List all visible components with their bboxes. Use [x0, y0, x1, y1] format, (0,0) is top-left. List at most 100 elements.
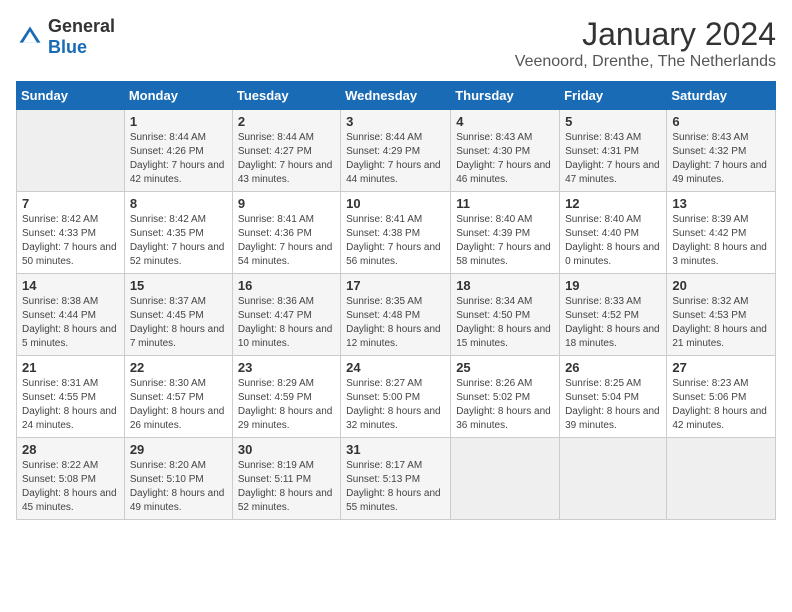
- day-info: Sunrise: 8:41 AMSunset: 4:36 PMDaylight:…: [238, 213, 335, 269]
- day-info: Sunrise: 8:44 AMSunset: 4:29 PMDaylight:…: [346, 131, 445, 187]
- calendar-week-2: 7 Sunrise: 8:42 AMSunset: 4:33 PMDaylight…: [17, 192, 776, 274]
- day-number: 17: [346, 278, 445, 293]
- weekday-header-saturday: Saturday: [667, 82, 776, 110]
- day-info: Sunrise: 8:36 AMSunset: 4:47 PMDaylight:…: [238, 295, 335, 351]
- calendar-cell: 31 Sunrise: 8:17 AMSunset: 5:13 PMDayligh…: [341, 438, 451, 520]
- weekday-header-wednesday: Wednesday: [341, 82, 451, 110]
- day-number: 9: [238, 196, 335, 211]
- day-info: Sunrise: 8:44 AMSunset: 4:26 PMDaylight:…: [130, 131, 227, 187]
- calendar-cell: 15 Sunrise: 8:37 AMSunset: 4:45 PMDayligh…: [124, 274, 232, 356]
- weekday-header-friday: Friday: [560, 82, 667, 110]
- day-number: 20: [672, 278, 770, 293]
- calendar-cell: 16 Sunrise: 8:36 AMSunset: 4:47 PMDayligh…: [232, 274, 340, 356]
- day-info: Sunrise: 8:37 AMSunset: 4:45 PMDaylight:…: [130, 295, 227, 351]
- calendar-cell: [17, 110, 125, 192]
- day-number: 18: [456, 278, 554, 293]
- day-number: 27: [672, 360, 770, 375]
- day-number: 2: [238, 114, 335, 129]
- calendar-cell: [667, 438, 776, 520]
- calendar-cell: [560, 438, 667, 520]
- day-info: Sunrise: 8:39 AMSunset: 4:42 PMDaylight:…: [672, 213, 770, 269]
- weekday-header-row: SundayMondayTuesdayWednesdayThursdayFrid…: [17, 82, 776, 110]
- day-info: Sunrise: 8:26 AMSunset: 5:02 PMDaylight:…: [456, 377, 554, 433]
- day-number: 21: [22, 360, 119, 375]
- calendar-cell: 30 Sunrise: 8:19 AMSunset: 5:11 PMDayligh…: [232, 438, 340, 520]
- day-number: 5: [565, 114, 661, 129]
- day-info: Sunrise: 8:42 AMSunset: 4:33 PMDaylight:…: [22, 213, 119, 269]
- calendar-cell: 13 Sunrise: 8:39 AMSunset: 4:42 PMDayligh…: [667, 192, 776, 274]
- day-number: 1: [130, 114, 227, 129]
- calendar-cell: 17 Sunrise: 8:35 AMSunset: 4:48 PMDayligh…: [341, 274, 451, 356]
- calendar-cell: 24 Sunrise: 8:27 AMSunset: 5:00 PMDayligh…: [341, 356, 451, 438]
- day-number: 8: [130, 196, 227, 211]
- calendar-week-3: 14 Sunrise: 8:38 AMSunset: 4:44 PMDayligh…: [17, 274, 776, 356]
- day-number: 10: [346, 196, 445, 211]
- calendar-cell: 7 Sunrise: 8:42 AMSunset: 4:33 PMDaylight…: [17, 192, 125, 274]
- calendar-cell: 28Sunrise: 8:22 AMSunset: 5:08 PMDayligh…: [17, 438, 125, 520]
- day-info: Sunrise: 8:22 AMSunset: 5:08 PMDaylight:…: [22, 459, 119, 515]
- weekday-header-monday: Monday: [124, 82, 232, 110]
- calendar-cell: 8 Sunrise: 8:42 AMSunset: 4:35 PMDaylight…: [124, 192, 232, 274]
- day-info: Sunrise: 8:33 AMSunset: 4:52 PMDaylight:…: [565, 295, 661, 351]
- day-number: 30: [238, 442, 335, 457]
- day-info: Sunrise: 8:25 AMSunset: 5:04 PMDaylight:…: [565, 377, 661, 433]
- day-info: Sunrise: 8:27 AMSunset: 5:00 PMDaylight:…: [346, 377, 445, 433]
- calendar-cell: 10 Sunrise: 8:41 AMSunset: 4:38 PMDayligh…: [341, 192, 451, 274]
- calendar-subtitle: Veenoord, Drenthe, The Netherlands: [515, 53, 776, 71]
- day-info: Sunrise: 8:23 AMSunset: 5:06 PMDaylight:…: [672, 377, 770, 433]
- day-info: Sunrise: 8:40 AMSunset: 4:40 PMDaylight:…: [565, 213, 661, 269]
- calendar-cell: 29Sunrise: 8:20 AMSunset: 5:10 PMDayligh…: [124, 438, 232, 520]
- day-number: 7: [22, 196, 119, 211]
- weekday-header-sunday: Sunday: [17, 82, 125, 110]
- calendar-cell: 1 Sunrise: 8:44 AMSunset: 4:26 PMDaylight…: [124, 110, 232, 192]
- day-info: Sunrise: 8:43 AMSunset: 4:31 PMDaylight:…: [565, 131, 661, 187]
- day-number: 3: [346, 114, 445, 129]
- calendar-cell: 22Sunrise: 8:30 AMSunset: 4:57 PMDayligh…: [124, 356, 232, 438]
- day-number: 31: [346, 442, 445, 457]
- calendar-week-1: 1 Sunrise: 8:44 AMSunset: 4:26 PMDaylight…: [17, 110, 776, 192]
- day-number: 16: [238, 278, 335, 293]
- calendar-cell: 27 Sunrise: 8:23 AMSunset: 5:06 PMDayligh…: [667, 356, 776, 438]
- day-number: 12: [565, 196, 661, 211]
- day-info: Sunrise: 8:31 AMSunset: 4:55 PMDaylight:…: [22, 377, 119, 433]
- day-number: 11: [456, 196, 554, 211]
- calendar-cell: 12 Sunrise: 8:40 AMSunset: 4:40 PMDayligh…: [560, 192, 667, 274]
- calendar-cell: 26 Sunrise: 8:25 AMSunset: 5:04 PMDayligh…: [560, 356, 667, 438]
- day-info: Sunrise: 8:17 AMSunset: 5:13 PMDaylight:…: [346, 459, 445, 515]
- day-info: Sunrise: 8:41 AMSunset: 4:38 PMDaylight:…: [346, 213, 445, 269]
- calendar-cell: 19Sunrise: 8:33 AMSunset: 4:52 PMDayligh…: [560, 274, 667, 356]
- day-number: 15: [130, 278, 227, 293]
- day-info: Sunrise: 8:20 AMSunset: 5:10 PMDaylight:…: [130, 459, 227, 515]
- day-info: Sunrise: 8:19 AMSunset: 5:11 PMDaylight:…: [238, 459, 335, 515]
- calendar-cell: [451, 438, 560, 520]
- day-number: 24: [346, 360, 445, 375]
- day-info: Sunrise: 8:29 AMSunset: 4:59 PMDaylight:…: [238, 377, 335, 433]
- calendar-cell: 25Sunrise: 8:26 AMSunset: 5:02 PMDayligh…: [451, 356, 560, 438]
- day-number: 26: [565, 360, 661, 375]
- day-info: Sunrise: 8:38 AMSunset: 4:44 PMDaylight:…: [22, 295, 119, 351]
- title-area: January 2024 Veenoord, Drenthe, The Neth…: [515, 16, 776, 71]
- calendar-cell: 20Sunrise: 8:32 AMSunset: 4:53 PMDayligh…: [667, 274, 776, 356]
- calendar-week-5: 28Sunrise: 8:22 AMSunset: 5:08 PMDayligh…: [17, 438, 776, 520]
- day-number: 23: [238, 360, 335, 375]
- header: General Blue January 2024 Veenoord, Dren…: [16, 16, 776, 71]
- logo-icon: [16, 23, 44, 51]
- day-info: Sunrise: 8:43 AMSunset: 4:30 PMDaylight:…: [456, 131, 554, 187]
- calendar-cell: 18Sunrise: 8:34 AMSunset: 4:50 PMDayligh…: [451, 274, 560, 356]
- day-info: Sunrise: 8:40 AMSunset: 4:39 PMDaylight:…: [456, 213, 554, 269]
- weekday-header-thursday: Thursday: [451, 82, 560, 110]
- calendar-cell: 23 Sunrise: 8:29 AMSunset: 4:59 PMDayligh…: [232, 356, 340, 438]
- calendar-cell: 4 Sunrise: 8:43 AMSunset: 4:30 PMDaylight…: [451, 110, 560, 192]
- day-info: Sunrise: 8:43 AMSunset: 4:32 PMDaylight:…: [672, 131, 770, 187]
- calendar-title: January 2024: [515, 16, 776, 53]
- calendar-week-4: 21 Sunrise: 8:31 AMSunset: 4:55 PMDayligh…: [17, 356, 776, 438]
- day-number: 13: [672, 196, 770, 211]
- day-info: Sunrise: 8:35 AMSunset: 4:48 PMDaylight:…: [346, 295, 445, 351]
- calendar-cell: 14 Sunrise: 8:38 AMSunset: 4:44 PMDayligh…: [17, 274, 125, 356]
- logo: General Blue: [16, 16, 115, 58]
- day-info: Sunrise: 8:42 AMSunset: 4:35 PMDaylight:…: [130, 213, 227, 269]
- day-number: 14: [22, 278, 119, 293]
- calendar-cell: 2Sunrise: 8:44 AMSunset: 4:27 PMDaylight…: [232, 110, 340, 192]
- day-number: 4: [456, 114, 554, 129]
- calendar-cell: 5 Sunrise: 8:43 AMSunset: 4:31 PMDaylight…: [560, 110, 667, 192]
